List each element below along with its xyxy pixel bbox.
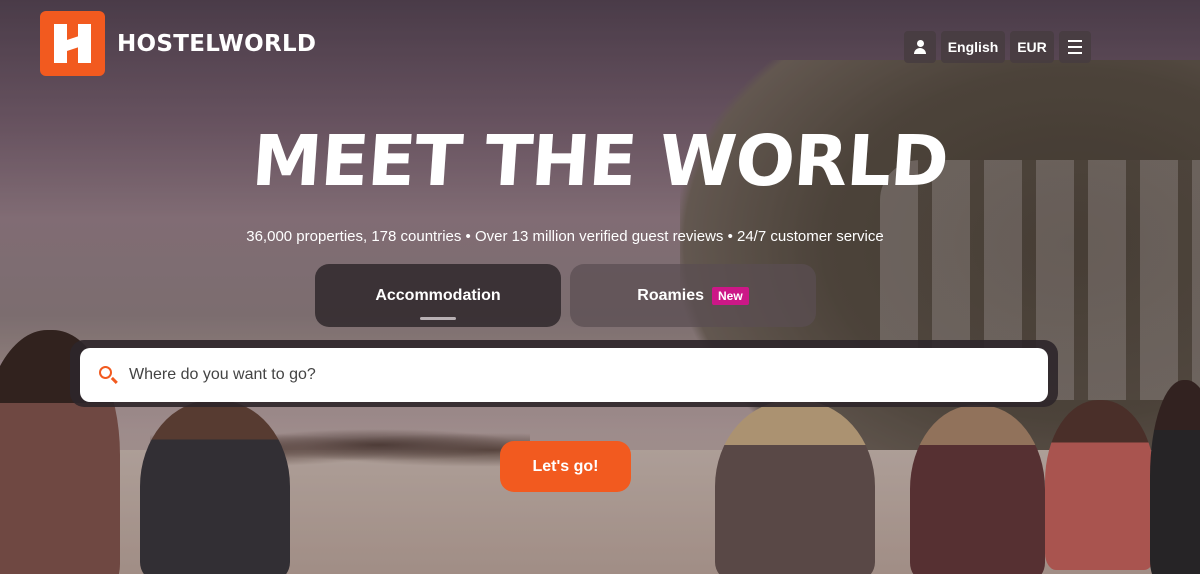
hamburger-menu-icon xyxy=(1068,40,1082,42)
account-button[interactable] xyxy=(904,31,936,63)
currency-button[interactable]: EUR xyxy=(1010,31,1054,63)
brand-name: HOSTELWORLD xyxy=(117,30,317,57)
tab-accommodation[interactable]: Accommodation xyxy=(315,264,561,327)
destination-search-input[interactable] xyxy=(129,366,1009,384)
header-nav: English EUR xyxy=(904,31,1091,63)
lets-go-button[interactable]: Let's go! xyxy=(500,441,631,492)
hostelworld-logo[interactable]: HOSTELWORLD xyxy=(40,11,316,76)
tab-selected-indicator xyxy=(420,317,456,320)
hostelworld-logo-icon xyxy=(40,11,105,76)
search-icon xyxy=(98,365,118,385)
search-container xyxy=(70,340,1058,407)
menu-button[interactable] xyxy=(1059,31,1091,63)
new-badge: New xyxy=(712,286,749,305)
user-icon xyxy=(913,40,927,54)
tab-roamies-label: Roamies xyxy=(637,286,704,304)
search-box[interactable] xyxy=(80,348,1048,402)
tab-roamies[interactable]: Roamies New xyxy=(570,264,816,327)
hero-headline: MEET THE WORLD xyxy=(249,120,951,202)
language-button[interactable]: English xyxy=(941,31,1005,63)
hero-subline: 36,000 properties, 178 countries • Over … xyxy=(246,228,884,245)
tab-accommodation-label: Accommodation xyxy=(375,286,501,304)
